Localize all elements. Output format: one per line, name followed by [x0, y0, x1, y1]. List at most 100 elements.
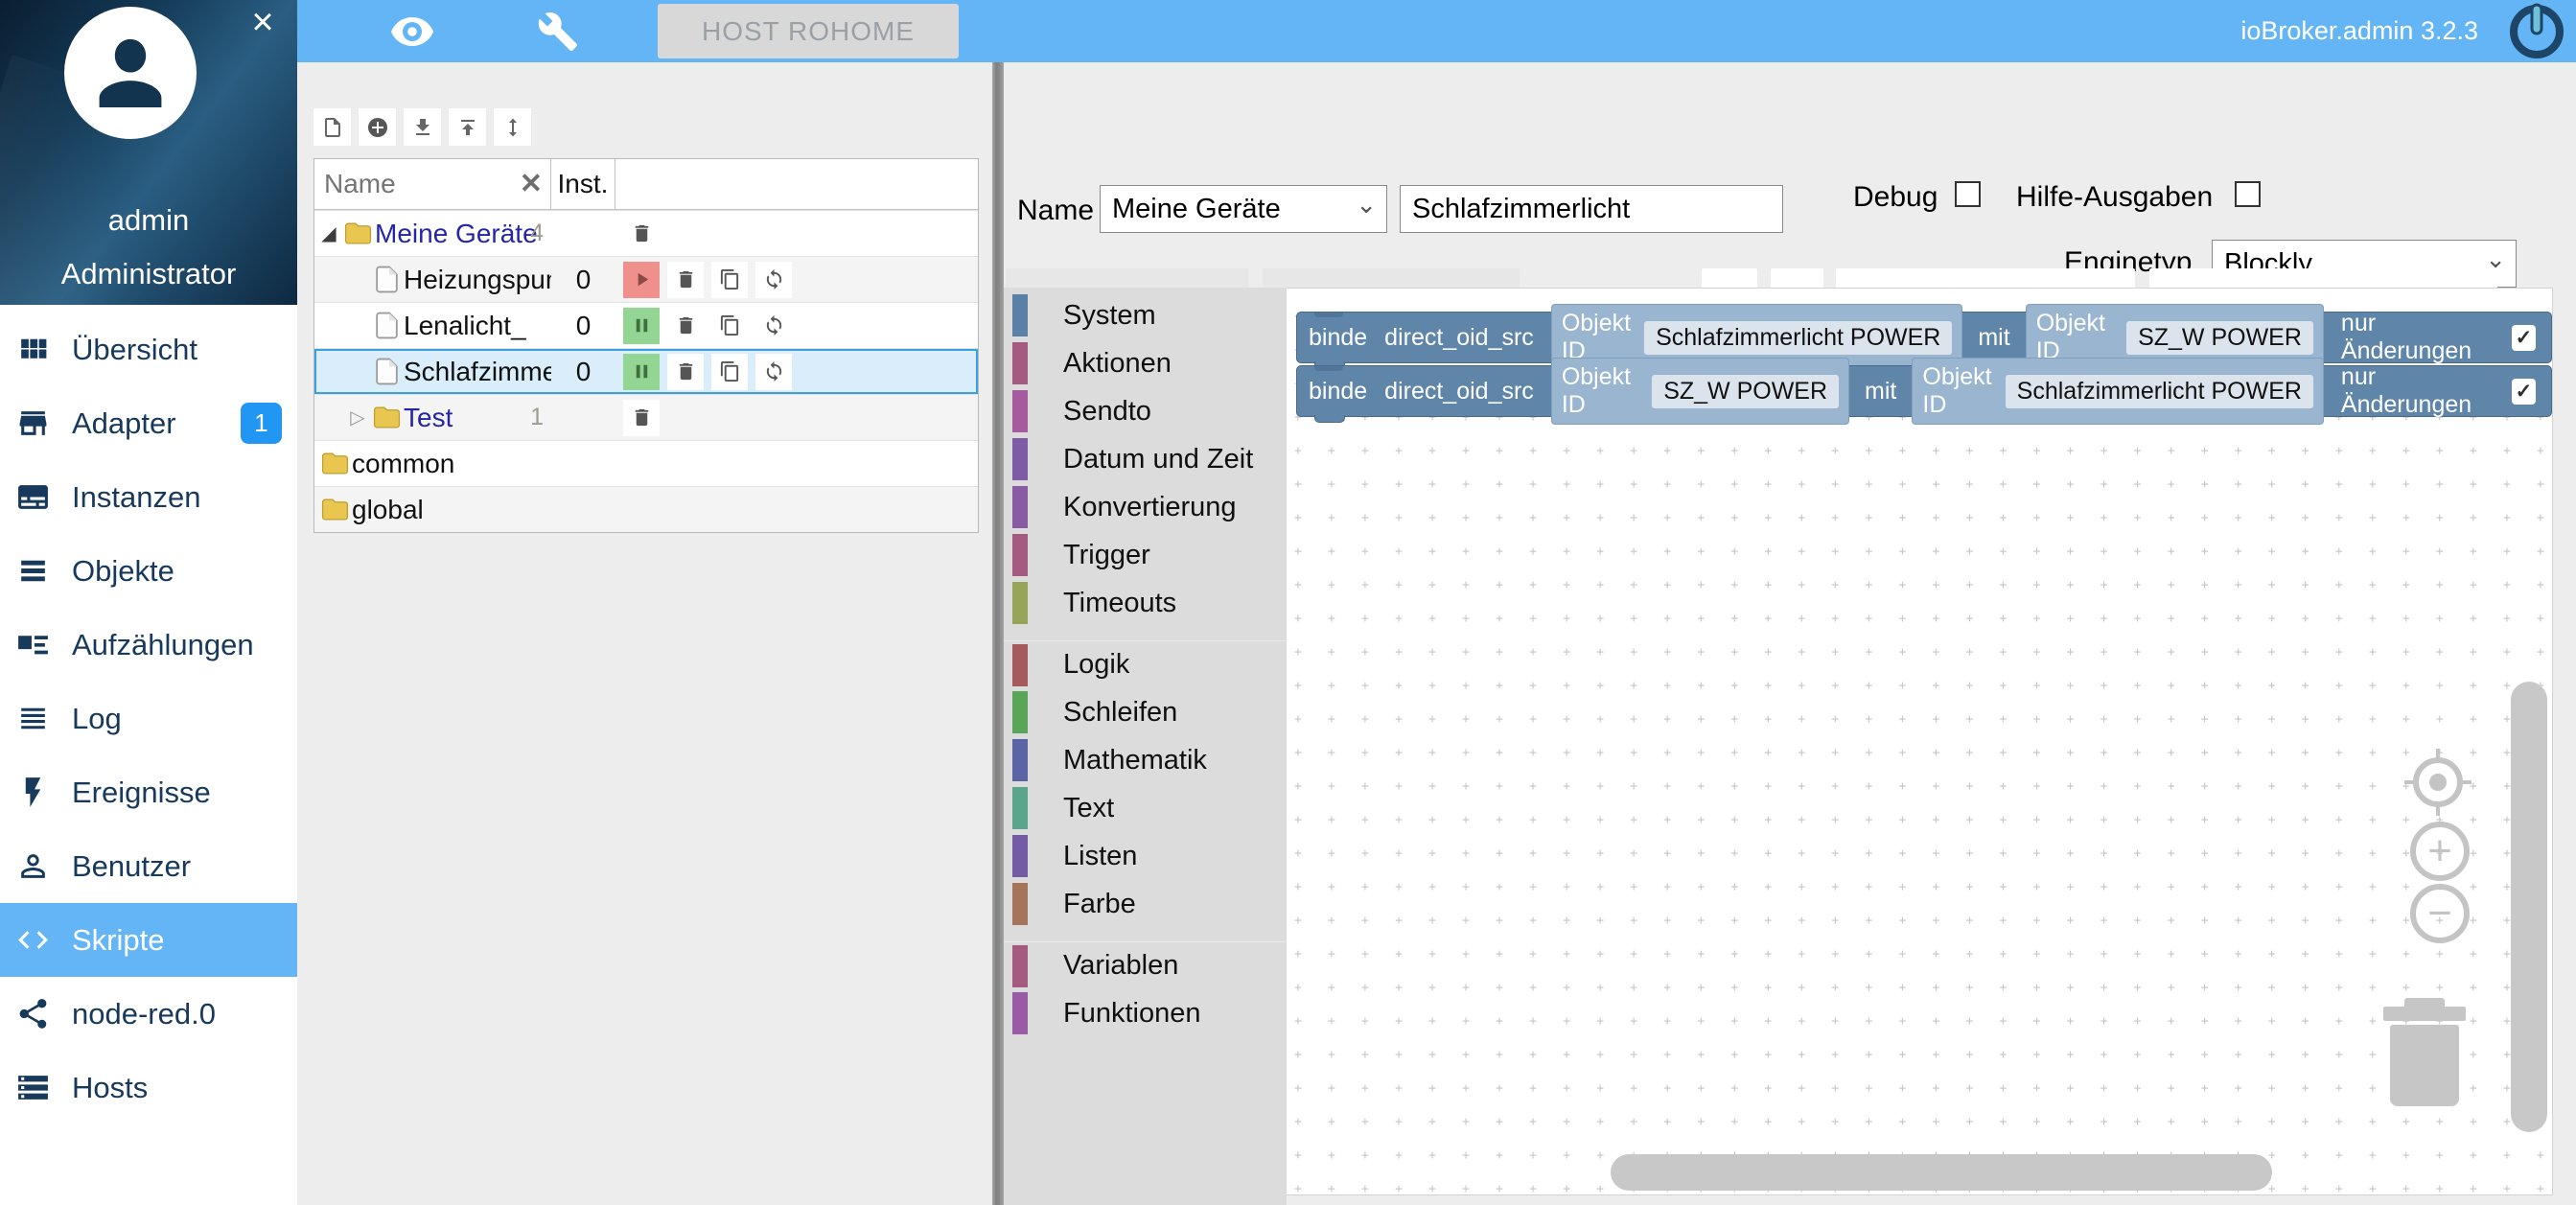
bind-block-1[interactable]: binde direct_oid_src Objekt ID Schlafzim…	[1296, 304, 2552, 371]
copy-script-button[interactable]	[711, 307, 748, 344]
toolbox-category-logik[interactable]: Logik	[1004, 640, 1287, 688]
only-changes-checkbox[interactable]: ✓	[2511, 378, 2536, 405]
sidebar-item-skripte[interactable]: Skripte	[0, 903, 297, 977]
category-swatch	[1012, 534, 1028, 576]
collapse-expander-icon[interactable]: ◢	[314, 221, 343, 245]
block-field: direct_oid_src	[1384, 323, 1534, 351]
delete-folder-button[interactable]	[623, 399, 660, 436]
script-folder-name: global	[352, 494, 424, 524]
table-row-lenalicht[interactable]: Lenalicht_ 0	[314, 302, 978, 348]
canvas-grid: ++++++++++++++++++++++++++++++++++++++ +…	[1294, 310, 2553, 1194]
category-label: Mathematik	[1063, 744, 1207, 776]
table-row-meine-geraete[interactable]: ◢ Meine Geräte 4	[314, 210, 978, 256]
restart-script-button[interactable]	[755, 261, 792, 298]
overview-grid-icon	[21, 338, 47, 359]
toolbox-category-listen[interactable]: Listen	[1004, 832, 1287, 880]
toolbox-category-funktionen[interactable]: Funktionen	[1004, 989, 1287, 1037]
panel-splitter[interactable]	[992, 62, 1004, 1205]
restart-script-button[interactable]	[755, 353, 792, 390]
folder-select[interactable]: Meine Geräte ⌄	[1100, 185, 1387, 233]
script-name-input[interactable]	[1400, 185, 1783, 233]
start-script-button[interactable]	[623, 261, 660, 298]
workspace-trash-icon[interactable]	[2383, 993, 2466, 1108]
object-id-value[interactable]: Schlafzimmerlicht POWER	[2005, 374, 2313, 408]
sidebar-item-benutzer[interactable]: Benutzer	[0, 829, 297, 903]
object-id-block[interactable]: Objekt ID SZ_W POWER	[1550, 358, 1850, 425]
close-sidebar-icon[interactable]: ×	[242, 2, 284, 44]
toolbox-category-timeouts[interactable]: Timeouts	[1004, 579, 1287, 627]
toolbox-category-farbe[interactable]: Farbe	[1004, 880, 1287, 928]
object-id-value[interactable]: Schlafzimmerlicht POWER	[1644, 320, 1953, 355]
sidebar-item-aufzaehlungen[interactable]: Aufzählungen	[0, 608, 297, 682]
clear-filter-icon[interactable]: ✕	[520, 170, 543, 198]
blockly-canvas[interactable]: ++++++++++++++++++++++++++++++++++++++ +…	[1287, 288, 2553, 1195]
only-changes-checkbox[interactable]: ✓	[2511, 324, 2536, 351]
user-name: admin	[107, 203, 190, 237]
toolbox-category-mathematik[interactable]: Mathematik	[1004, 736, 1287, 784]
toolbox-category-system[interactable]: System	[1004, 291, 1287, 339]
bind-block-2[interactable]: binde direct_oid_src Objekt ID SZ_W POWE…	[1296, 358, 2552, 425]
expand-collapse-button[interactable]	[494, 108, 531, 146]
copy-icon	[720, 268, 738, 290]
object-id-value[interactable]: SZ_W POWER	[1652, 374, 1840, 408]
sidebar-item-uebersicht[interactable]: Übersicht	[0, 313, 297, 386]
category-label: Schleifen	[1063, 696, 1178, 728]
vertical-scrollbar[interactable]	[2511, 682, 2547, 1132]
table-row-heizungspumpe[interactable]: Heizungspumpe 0	[314, 256, 978, 302]
table-row-schlafzimmerlicht-selected[interactable]: Schlafzimmerlicht 0	[314, 348, 978, 394]
toolbox-category-aktionen[interactable]: Aktionen	[1004, 339, 1287, 387]
toolbox-category-sendto[interactable]: Sendto	[1004, 387, 1287, 435]
pause-script-button[interactable]	[623, 353, 660, 390]
help-output-checkbox[interactable]	[2235, 181, 2261, 207]
export-scripts-button[interactable]	[404, 108, 441, 146]
settings-wrench-button[interactable]	[531, 5, 585, 58]
sidebar-item-hosts[interactable]: Hosts	[0, 1051, 297, 1124]
copy-script-button[interactable]	[711, 261, 748, 298]
sidebar-item-ereignisse[interactable]: Ereignisse	[0, 755, 297, 829]
debug-checkbox[interactable]	[1955, 181, 1981, 207]
toolbox-category-variablen[interactable]: Variablen	[1004, 941, 1287, 989]
sidebar-item-objekte[interactable]: Objekte	[0, 534, 297, 608]
copy-script-button[interactable]	[711, 353, 748, 390]
toolbox-category-konvertierung[interactable]: Konvertierung	[1004, 483, 1287, 531]
delete-script-button[interactable]	[667, 353, 704, 390]
delete-script-button[interactable]	[667, 261, 704, 298]
user-icon	[21, 854, 45, 878]
table-row-common[interactable]: common	[314, 440, 978, 486]
import-scripts-button[interactable]	[449, 108, 486, 146]
category-label: Variablen	[1063, 950, 1179, 981]
name-filter-input[interactable]	[314, 169, 506, 199]
sidebar-item-instanzen[interactable]: Instanzen	[0, 460, 297, 534]
block-field: direct_oid_src	[1384, 377, 1534, 405]
sidebar-item-label: Log	[72, 701, 122, 735]
zoom-out-button[interactable]: −	[2410, 884, 2470, 943]
host-button[interactable]: HOST ROHOME	[658, 4, 960, 58]
events-eye-button[interactable]	[385, 5, 439, 58]
delete-folder-button[interactable]	[623, 215, 660, 252]
sidebar-item-adapter[interactable]: Adapter 1	[0, 386, 297, 460]
toolbox-category-datum-und-zeit[interactable]: Datum und Zeit	[1004, 435, 1287, 483]
table-row-test[interactable]: ▷ Test 1	[314, 394, 978, 440]
logout-power-button[interactable]	[2505, 3, 2568, 66]
new-folder-button[interactable]	[359, 108, 396, 146]
table-row-global[interactable]: global	[314, 486, 978, 532]
new-script-button[interactable]	[313, 108, 351, 146]
object-id-value[interactable]: SZ_W POWER	[2126, 320, 2313, 355]
zoom-reset-button[interactable]	[2404, 749, 2472, 816]
sidebar-item-log[interactable]: Log	[0, 682, 297, 755]
toolbox-category-text[interactable]: Text	[1004, 784, 1287, 832]
restart-script-button[interactable]	[755, 307, 792, 344]
pause-script-button[interactable]	[623, 307, 660, 344]
toolbox-category-schleifen[interactable]: Schleifen	[1004, 688, 1287, 736]
toolbox-category-trigger[interactable]: Trigger	[1004, 531, 1287, 579]
avatar	[64, 7, 197, 139]
expand-expander-icon[interactable]: ▷	[343, 406, 372, 429]
pause-icon	[636, 364, 647, 379]
category-swatch	[1012, 582, 1028, 624]
user-role: Administrator	[60, 257, 237, 290]
object-id-block[interactable]: Objekt ID Schlafzimmerlicht POWER	[1912, 358, 2324, 425]
sidebar-item-node-red[interactable]: node-red.0	[0, 977, 297, 1051]
delete-script-button[interactable]	[667, 307, 704, 344]
zoom-in-button[interactable]: +	[2410, 822, 2470, 881]
horizontal-scrollbar[interactable]	[1611, 1154, 2272, 1191]
